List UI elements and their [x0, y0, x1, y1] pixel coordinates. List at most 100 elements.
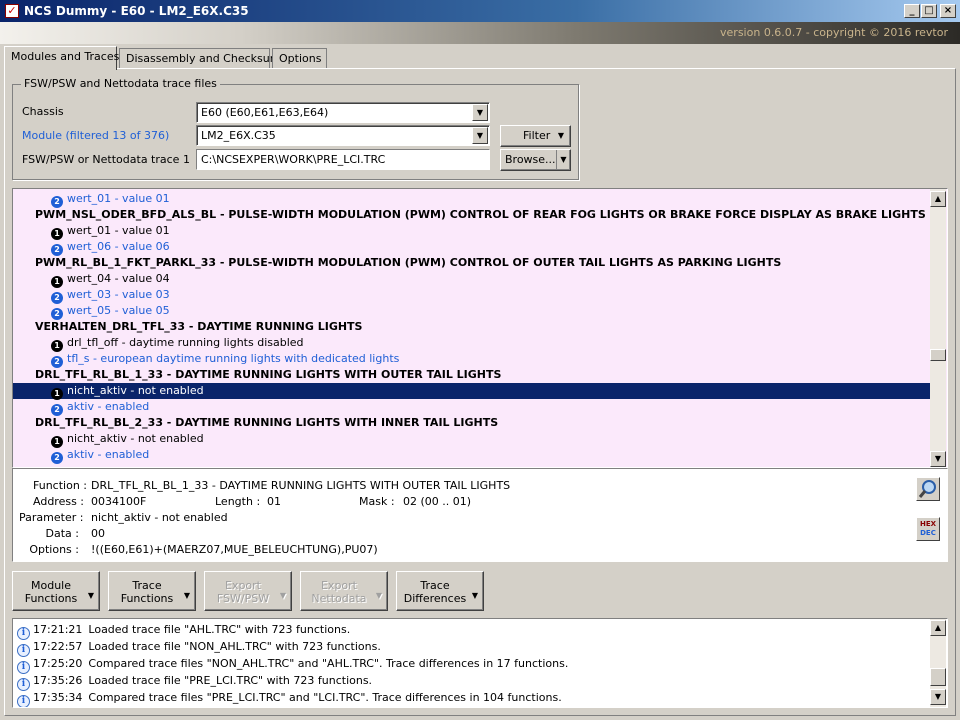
function-value-row[interactable]: 2 wert_06 - value 06 [13, 239, 930, 256]
module-select[interactable]: LM2_E6X.C35 ▼ [196, 125, 490, 146]
minimize-button[interactable]: _ [904, 4, 920, 18]
row-text: nicht_aktiv - not enabled [67, 384, 204, 397]
row-text: PWM_RL_BL_1_FKT_PARKL_33 - PULSE-WIDTH M… [35, 256, 782, 269]
scroll-up-arrow[interactable]: ▲ [930, 191, 946, 207]
mask-value: 02 (00 .. 01) [403, 495, 472, 508]
browse-button-label: Browse... [505, 153, 556, 166]
window-title: NCS Dummy - E60 - LM2_E6X.C35 [24, 4, 249, 18]
chassis-select[interactable]: E60 (E60,E61,E63,E64) ▼ [196, 102, 490, 123]
length-value: 01 [267, 495, 281, 508]
function-value-row[interactable]: 1 wert_04 - value 04 [13, 271, 930, 288]
export-fsw-psw-button[interactable]: Export FSW/PSW ▼ [204, 571, 292, 611]
tab-modules-and-traces[interactable]: Modules and Traces [4, 46, 119, 70]
log-entry: i 17:35:26 Loaded trace file "PRE_LCI.TRC"… [17, 672, 372, 691]
app-icon[interactable]: ✓ [5, 4, 19, 18]
address-label: Address : [33, 495, 85, 508]
trace-differences-button[interactable]: Trace Differences ▼ [396, 571, 484, 611]
row-text: PWM_NSL_ODER_BFD_ALS_BL - PULSE-WIDTH MO… [35, 208, 926, 221]
address-value: 0034100F [91, 495, 147, 508]
function-list[interactable]: 2 wert_01 - value 01 PWM_NSL_ODER_BFD_ALS_… [12, 188, 948, 468]
trace-label: FSW/PSW or Nettodata trace 1 [22, 153, 190, 166]
function-value-row[interactable]: 2 tfl_s - european daytime running lights… [13, 351, 930, 368]
close-button[interactable]: × [940, 4, 956, 18]
chassis-select-value: E60 (E60,E61,E63,E64) [201, 106, 329, 119]
export-nettodata-button[interactable]: Export Nettodata ▼ [300, 571, 388, 611]
function-value: DRL_TFL_RL_BL_1_33 - DAYTIME RUNNING LIG… [91, 479, 511, 492]
chassis-label: Chassis [22, 105, 64, 118]
function-value-row[interactable]: 2 wert_01 - value 01 [13, 191, 930, 208]
filter-button-label: Filter [523, 129, 551, 142]
row-text: nicht_aktiv - not enabled [67, 432, 204, 445]
length-label: Length : [215, 495, 261, 508]
filter-button[interactable]: Filter ▼ [500, 125, 571, 147]
dropdown-arrow-icon: ▼ [375, 591, 382, 600]
title-bar[interactable]: ✓ NCS Dummy - E60 - LM2_E6X.C35 _ □ × [0, 0, 960, 22]
row-text: DRL_TFL_RL_BL_1_33 - DAYTIME RUNNING LIG… [35, 368, 502, 381]
module-functions-button[interactable]: Module Functions ▼ [12, 571, 100, 611]
button-label-line: FSW/PSW [216, 592, 270, 605]
version-text: version 0.6.0.7 - copyright © 2016 revto… [720, 26, 948, 39]
row-text: tfl_s - european daytime running lights … [67, 352, 400, 365]
version-banner: version 0.6.0.7 - copyright © 2016 revto… [0, 22, 960, 44]
module-select-value: LM2_E6X.C35 [201, 129, 276, 142]
button-label-line: Nettodata [311, 592, 367, 605]
info-icon: i [17, 695, 30, 707]
browse-button[interactable]: Browse... ▼ [500, 149, 571, 171]
trace-path-input[interactable]: C:\NCSEXPER\WORK\PRE_LCI.TRC [196, 149, 490, 170]
function-header-row[interactable]: DRL_TFL_RL_BL_1_33 - DAYTIME RUNNING LIG… [13, 367, 930, 383]
search-icon[interactable] [916, 477, 940, 501]
hex-icon-text: HEX [919, 520, 937, 528]
row-text: DRL_TFL_RL_BL_2_33 - DAYTIME RUNNING LIG… [35, 416, 499, 429]
dropdown-arrow-icon: ▼ [183, 591, 190, 600]
button-label-line: Differences [403, 592, 467, 605]
function-header-row[interactable]: DRL_TFL_RL_BL_2_33 - DAYTIME RUNNING LIG… [13, 415, 930, 431]
function-value-row[interactable]: 1 drl_tfl_off - daytime running lights di… [13, 335, 930, 352]
data-label: Data : [45, 527, 79, 540]
row-text: wert_06 - value 06 [67, 240, 170, 253]
tab-disassembly-and-checksums[interactable]: Disassembly and Checksums [119, 48, 286, 68]
parameter-value: nicht_aktiv - not enabled [91, 511, 228, 524]
dropdown-arrow-icon: ▼ [557, 131, 564, 140]
log-text: Compared trace files "NON_AHL.TRC" and "… [88, 657, 569, 670]
data-value: 00 [91, 527, 105, 540]
scroll-down-arrow[interactable]: ▼ [930, 451, 946, 467]
scroll-up-arrow[interactable]: ▲ [930, 620, 946, 636]
button-label-line: Trace [420, 579, 450, 592]
trace-functions-button[interactable]: Trace Functions ▼ [108, 571, 196, 611]
function-value-row[interactable]: 1 nicht_aktiv - not enabled [13, 383, 930, 400]
function-value-row[interactable]: 2 aktiv - enabled [13, 447, 930, 464]
function-list-scrollbar[interactable]: ▲ ▼ [930, 189, 946, 467]
function-details: Function : DRL_TFL_RL_BL_1_33 - DAYTIME … [12, 468, 948, 562]
log-scrollbar[interactable]: ▲ ▼ [930, 619, 946, 707]
log-panel[interactable]: i 17:21:21 Loaded trace file "AHL.TRC" wit… [12, 618, 948, 708]
log-entry: i 17:35:34 Compared trace files "PRE_LCI.T… [17, 689, 562, 707]
function-value-row[interactable]: 2 wert_05 - value 05 [13, 303, 930, 320]
group-legend: FSW/PSW and Nettodata trace files [21, 77, 220, 90]
row-text: VERHALTEN_DRL_TFL_33 - DAYTIME RUNNING L… [35, 320, 363, 333]
hex-dec-toggle-icon[interactable]: HEX DEC [916, 517, 940, 541]
row-text: aktiv - enabled [67, 448, 150, 461]
function-header-row[interactable]: PWM_RL_BL_1_FKT_PARKL_33 - PULSE-WIDTH M… [13, 255, 930, 271]
dec-icon-text: DEC [920, 529, 936, 537]
function-value-row[interactable]: 1 wert_01 - value 01 [13, 223, 930, 240]
maximize-button[interactable]: □ [921, 4, 937, 18]
log-entry: i 17:22:57 Loaded trace file "NON_AHL.TRC"… [17, 638, 381, 657]
button-label-line: Export [224, 579, 261, 592]
row-text: wert_05 - value 05 [67, 304, 170, 317]
function-header-row[interactable]: PWM_NSL_ODER_BFD_ALS_BL - PULSE-WIDTH MO… [13, 207, 930, 223]
scroll-thumb[interactable] [930, 349, 946, 361]
log-text: Loaded trace file "NON_AHL.TRC" with 723… [88, 640, 381, 653]
row-text: wert_01 - value 01 [67, 192, 170, 205]
scroll-down-arrow[interactable]: ▼ [930, 689, 946, 705]
button-label-line: Export [320, 579, 357, 592]
function-value-row[interactable]: 1 nicht_aktiv - not enabled [13, 431, 930, 448]
dropdown-arrow-icon: ▼ [87, 591, 94, 600]
chevron-down-icon[interactable]: ▼ [472, 127, 488, 144]
tab-options[interactable]: Options [272, 48, 327, 68]
function-value-row[interactable]: 2 wert_03 - value 03 [13, 287, 930, 304]
scroll-thumb[interactable] [930, 668, 946, 686]
function-header-row[interactable]: VERHALTEN_DRL_TFL_33 - DAYTIME RUNNING L… [13, 319, 930, 335]
dropdown-arrow-icon[interactable]: ▼ [556, 150, 570, 170]
chevron-down-icon[interactable]: ▼ [472, 104, 488, 121]
function-value-row[interactable]: 2 aktiv - enabled [13, 399, 930, 416]
